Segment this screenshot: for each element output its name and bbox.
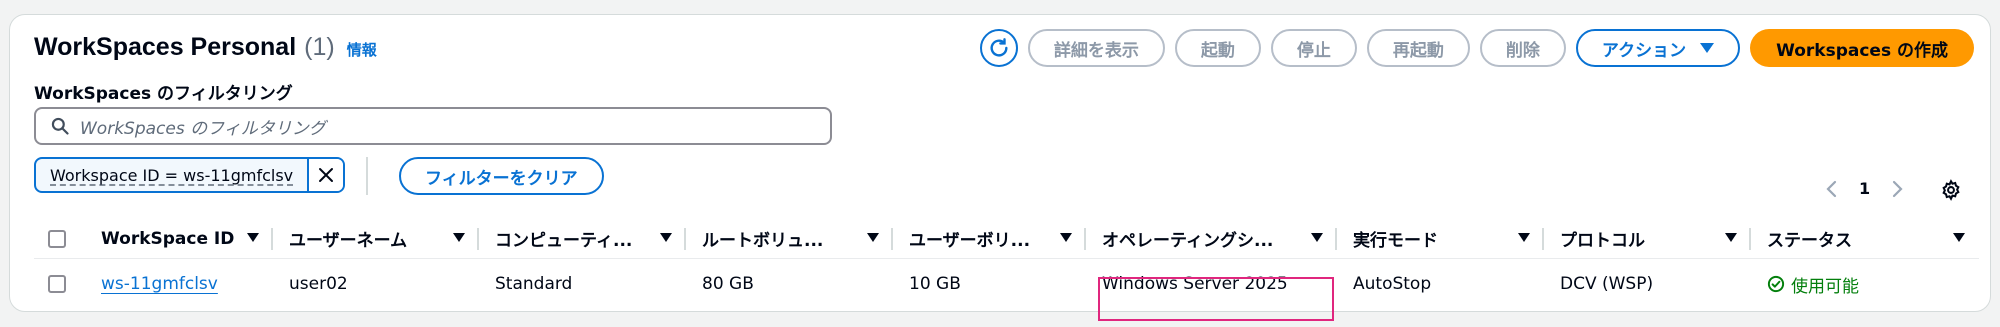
sort-icon [660, 232, 672, 242]
column-header-user-volume[interactable]: ユーザーボリ... [893, 219, 1086, 259]
search-placeholder: WorkSpaces のフィルタリング [80, 118, 326, 139]
page-number[interactable]: 1 [1859, 179, 1870, 198]
table-settings-button[interactable] [1940, 179, 1962, 205]
delete-button[interactable]: 削除 [1479, 29, 1566, 67]
cell-username: user02 [289, 274, 348, 294]
check-circle-icon [1767, 275, 1785, 293]
actions-label: アクション [1601, 40, 1687, 61]
sort-icon [867, 232, 879, 242]
select-all-cell [34, 219, 82, 259]
select-all-checkbox[interactable] [48, 229, 66, 248]
status-text: 使用可能 [1791, 276, 1859, 297]
workspace-id-link[interactable]: ws-11gmfclsv [101, 274, 218, 294]
row-select-cell [34, 259, 85, 309]
toolbar: 詳細を表示 起動 停止 再起動 削除 アクション Workspaces の作成 [979, 29, 1974, 67]
column-header-workspace-id[interactable]: WorkSpace ID [85, 219, 273, 259]
remove-filter-button[interactable] [307, 159, 344, 191]
stop-button[interactable]: 停止 [1270, 29, 1357, 67]
sort-icon [1953, 232, 1965, 242]
cell-protocol: DCV (WSP) [1560, 274, 1654, 294]
column-header-status[interactable]: ステータス [1751, 219, 1979, 259]
column-header-compute[interactable]: コンピューティ... [479, 219, 686, 259]
column-header-os[interactable]: オペレーティングシ... [1086, 219, 1337, 259]
table-row[interactable]: ws-11gmfclsv user02 Standard 80 GB 10 GB… [34, 259, 1979, 309]
header: WorkSpaces Personal (1) 情報 [34, 33, 377, 62]
sort-icon [1311, 232, 1323, 242]
sort-icon [1518, 232, 1530, 242]
create-workspaces-button[interactable]: Workspaces の作成 [1750, 29, 1974, 67]
table-header: WorkSpace ID ユーザーネーム コンピューティ... ルートボリュ..… [34, 219, 1979, 259]
refresh-button[interactable] [979, 29, 1018, 67]
cell-user-volume: 10 GB [909, 274, 961, 294]
start-button[interactable]: 起動 [1174, 29, 1261, 67]
status-badge: 使用可能 [1767, 272, 1859, 297]
caret-down-icon [1700, 43, 1715, 53]
workspaces-table: WorkSpace ID ユーザーネーム コンピューティ... ルートボリュ..… [34, 219, 1979, 309]
search-icon [51, 117, 69, 135]
page-title: WorkSpaces Personal [34, 33, 297, 61]
filter-divider [366, 157, 368, 195]
cell-running-mode: AutoStop [1353, 274, 1432, 294]
cell-status: 使用可能 [1751, 259, 1979, 309]
column-header-running-mode[interactable]: 実行モード [1337, 219, 1544, 259]
chevron-left-icon[interactable] [1825, 180, 1839, 198]
chevron-right-icon[interactable] [1890, 180, 1904, 198]
sort-icon [1725, 232, 1737, 242]
filter-token[interactable]: Workspace ID = ws-11gmfclsv [34, 157, 346, 193]
sort-icon [1060, 232, 1072, 242]
sort-icon [453, 232, 465, 242]
workspaces-panel: WorkSpaces Personal (1) 情報 詳細を表示 起動 停止 再… [9, 14, 1991, 321]
sort-icon [247, 232, 259, 242]
filter-label: WorkSpaces のフィルタリング [34, 84, 293, 104]
cell-compute: Standard [495, 274, 573, 294]
clear-filter-button[interactable]: フィルターをクリア [399, 157, 604, 195]
view-details-button[interactable]: 詳細を表示 [1027, 29, 1165, 67]
actions-dropdown-button[interactable]: アクション [1575, 29, 1741, 67]
column-header-root-volume[interactable]: ルートボリュ... [686, 219, 893, 259]
column-header-username[interactable]: ユーザーネーム [273, 219, 479, 259]
filter-token-label: Workspace ID = ws-11gmfclsv [50, 165, 294, 185]
reboot-button[interactable]: 再起動 [1366, 29, 1470, 67]
item-count: (1) [304, 33, 335, 61]
refresh-icon [990, 38, 1008, 57]
row-checkbox[interactable] [48, 275, 66, 293]
os-cell-highlight [1098, 277, 1334, 321]
cell-workspace-id: ws-11gmfclsv [85, 259, 273, 309]
pagination: 1 [1825, 179, 1904, 198]
gear-icon [1942, 179, 1960, 201]
column-header-protocol[interactable]: プロトコル [1544, 219, 1751, 259]
search-input[interactable]: WorkSpaces のフィルタリング [34, 107, 832, 145]
cell-root-volume: 80 GB [702, 274, 754, 294]
close-icon [319, 168, 334, 182]
info-link[interactable]: 情報 [347, 39, 377, 60]
